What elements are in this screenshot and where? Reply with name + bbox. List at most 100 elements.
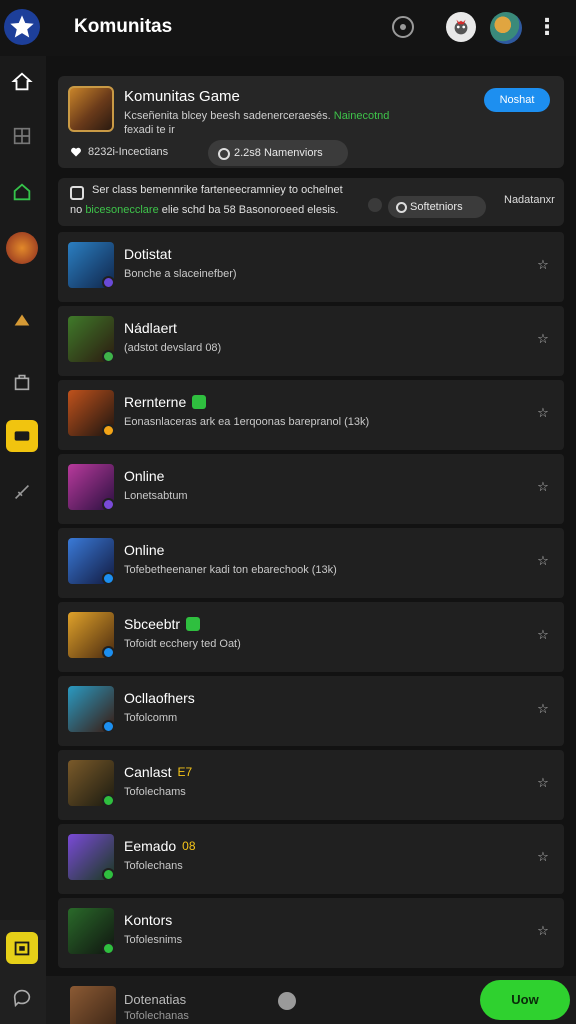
pin-icon[interactable]: ☆ [536,850,550,864]
community-description-text: Kcseñenita blcey beesh sadenerceraesés. [124,110,331,122]
game-name: Online [124,468,164,484]
chat-icon[interactable] [6,420,38,452]
pin-icon[interactable]: ☆ [536,628,550,642]
game-row[interactable]: Kontors Tofolesnims ☆ [58,898,564,968]
game-badge-icon [102,424,115,437]
game-name: Online [124,542,164,558]
sidebar [0,56,46,1024]
sword-icon[interactable] [6,476,38,508]
pin-icon[interactable]: ☆ [536,258,550,272]
game-thumbnail [68,538,115,585]
game-name: Canlast E7 [124,764,192,780]
info-line-2-prefix: no [70,204,83,216]
community-description-accent: Nainecotnd [333,110,390,122]
game-row[interactable]: Sbceebtr Tofoidt ecchery ted Oat) ☆ [58,602,564,672]
game-row[interactable]: Canlast E7 Tofolechams ☆ [58,750,564,820]
game-subtitle: Tofebetheenaner kadi ton ebarechook (13k… [124,564,337,576]
notification-icon[interactable] [392,16,414,38]
members-pill-button[interactable]: 2.2s8 Namenviors [208,140,348,166]
pin-icon[interactable]: ☆ [536,406,550,420]
app-logo-icon[interactable] [4,9,40,45]
grid-icon[interactable] [6,120,38,152]
game-avatar-1[interactable] [6,232,38,264]
game-row[interactable]: Eemado 08 Tofolechans ☆ [58,824,564,894]
game-subtitle: Tofolechams [124,786,186,798]
game-subtitle: Eonasnlaceras ark ea 1erqoonas bareprano… [124,416,370,428]
community-description: Kcseñenita blcey beesh sadenerceraesés. … [124,110,424,122]
game-name: Ocllaofhers [124,690,195,706]
game-subtitle: Lonetsabtum [124,490,188,502]
pin-icon[interactable]: ☆ [536,924,550,938]
game-badge-icon [102,276,115,289]
pin-icon[interactable]: ☆ [536,480,550,494]
home-icon[interactable] [6,66,38,98]
game-name-text: Eemado [124,838,177,854]
game-row[interactable]: Online Tofebetheenaner kadi ton ebarechoo… [58,528,564,598]
info-line-1: Ser class bemennrike farteneecramniey to… [92,184,343,196]
filter-button[interactable]: Softetniors [388,196,486,218]
more-icon[interactable]: ⋮ [534,14,560,40]
game-name-text: Sbceebtr [124,616,181,632]
game-subtitle: Tofolesnims [124,934,183,946]
bag-icon[interactable] [6,366,38,398]
community-card[interactable]: Komunitas Game Kcseñenita blcey beesh sa… [58,76,564,168]
page-title: Komunitas [74,16,173,37]
game-row[interactable]: Nádlaert (adstot devslard 08) ☆ [58,306,564,376]
new-button[interactable]: Uow [480,980,570,1020]
game-subtitle: Tofoidt ecchery ted Oat) [124,638,241,650]
game-thumbnail [68,908,115,955]
pin-icon[interactable]: ☆ [536,332,550,346]
sort-label[interactable]: Nadatanxr [504,194,555,206]
game-badge-icon [102,868,115,881]
game-list: Dotistat Bonche a slaceinefber) ☆ Nádlaert (… [58,232,564,972]
bottom-bar: Dotenatias Tofolechanas Uow [46,976,576,1024]
info-line-2: no bicesonecclare elie schd ba 58 Basono… [70,204,338,216]
game-name-text: Online [124,468,165,484]
game-name-text: Canlast [124,764,172,780]
top-bar: Komunitas ⋮ [0,0,576,56]
game-name-text: Nádlaert [124,320,177,336]
game-badge-icon [102,646,115,659]
game-thumbnail [68,464,115,511]
game-badge-icon [102,498,115,511]
join-button[interactable]: Noshat [484,88,550,112]
game-subtitle: Bonche a slaceinefber) [124,268,237,280]
game-thumbnail [68,686,115,733]
game-name-text: Rernterne [124,394,187,410]
game-subtitle: (adstot devslard 08) [124,342,222,354]
level-tag: E7 [177,765,193,779]
game-subtitle: Tofolcomm [124,712,178,724]
pin-icon[interactable]: ☆ [536,554,550,568]
community-name: Komunitas Game [124,88,240,105]
status-dot [278,992,296,1010]
info-icon [70,186,84,200]
mascot-icon[interactable] [446,12,476,42]
game-row[interactable]: Ocllaofhers Tofolcomm ☆ [58,676,564,746]
pin-icon[interactable]: ☆ [536,776,550,790]
community-members: fexadi te ir [124,124,175,136]
game-thumbnail [68,760,115,807]
toggle-dot[interactable] [368,198,382,212]
game-row[interactable]: Rernterne Eonasnlaceras ark ea 1erqoonas … [58,380,564,450]
game-name-text: Ocllaofhers [124,690,195,706]
game-row[interactable]: Online Lonetsabtum ☆ [58,454,564,524]
game-badge-icon [102,720,115,733]
game-avatar-2[interactable] [6,304,38,336]
game-name-text: Dotistat [124,246,172,262]
game-subtitle: Tofolechans [124,860,183,872]
user-avatar[interactable] [490,12,522,44]
house-icon[interactable] [6,176,38,208]
heart-icon [71,147,81,157]
message-icon[interactable] [6,982,38,1014]
game-thumbnail [68,834,115,881]
pin-icon[interactable]: ☆ [536,702,550,716]
game-row[interactable]: Dotistat Bonche a slaceinefber) ☆ [58,232,564,302]
game-name-text: Kontors [124,912,173,928]
community-stat-label: 8232i-Incectians [88,146,169,158]
game-name: Kontors [124,912,172,928]
info-line-2-suffix: elie schd ba 58 Basonoroeed elesis. [161,204,339,216]
bottom-game-sub: Tofolechanas [124,1010,189,1022]
info-banner: Ser class bemennrike farteneecramniey to… [58,178,564,226]
camera-icon[interactable] [6,932,38,964]
verified-badge-icon [192,395,207,409]
